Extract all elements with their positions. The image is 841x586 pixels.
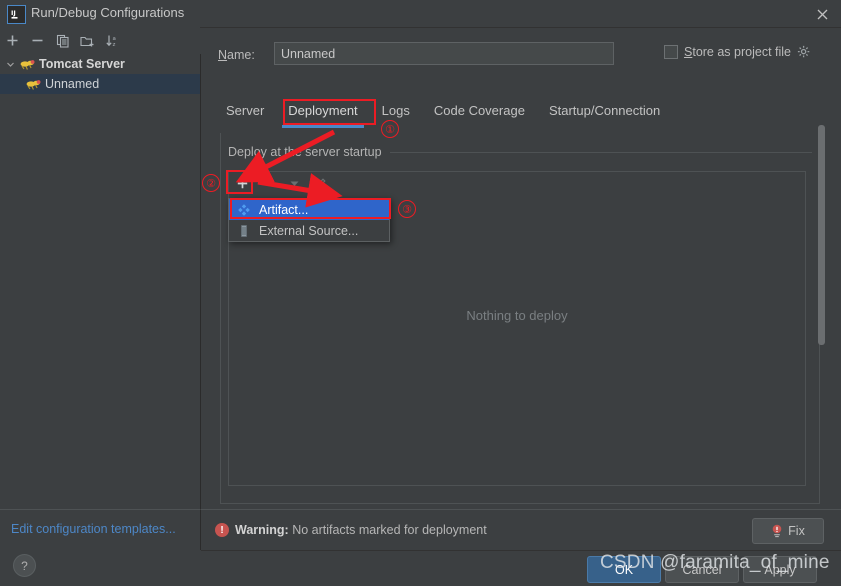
tree-group-tomcat-server[interactable]: Tomcat Server	[0, 54, 200, 74]
edit-configuration-templates-link[interactable]: Edit configuration templates...	[11, 522, 176, 536]
fix-button[interactable]: Fix	[752, 518, 824, 544]
title-bar: IJ Run/Debug Configurations	[0, 0, 841, 28]
warning-message: No artifacts marked for deployment	[292, 523, 487, 537]
add-deployment-popup-menu: Artifact... External Source...	[228, 198, 390, 242]
move-down-button[interactable]	[281, 173, 307, 194]
tab-code-coverage[interactable]: Code Coverage	[422, 100, 537, 128]
gear-icon[interactable]	[797, 45, 811, 59]
error-icon	[771, 524, 783, 538]
store-as-project-file-group: Store as project file	[664, 45, 811, 59]
ok-button[interactable]: OK	[587, 556, 661, 583]
sort-az-icon[interactable]: a z	[100, 29, 125, 53]
tomcat-icon	[20, 57, 36, 71]
warning-text: Warning: No artifacts marked for deploym…	[235, 523, 487, 537]
folder-add-icon[interactable]	[75, 29, 100, 53]
copy-icon[interactable]	[50, 29, 75, 53]
cancel-button[interactable]: Cancel	[665, 556, 739, 583]
left-bottom-bar: Edit configuration templates...	[0, 509, 201, 550]
warning-bar: ! Warning: No artifacts marked for deplo…	[201, 509, 841, 551]
run-debug-configurations-dialog: IJ Run/Debug Configurations a z Tomcat S…	[0, 0, 841, 586]
tab-server[interactable]: Server	[214, 100, 276, 128]
tree-item-label: Unnamed	[45, 77, 100, 91]
name-label: Name:	[218, 48, 255, 62]
add-deployment-button[interactable]	[229, 173, 255, 194]
svg-text:IJ: IJ	[11, 9, 16, 17]
store-as-project-file-checkbox[interactable]	[664, 45, 678, 59]
deployment-toolbar	[228, 171, 806, 195]
tomcat-icon	[26, 77, 42, 91]
store-as-project-file-label[interactable]: Store as project file	[684, 45, 791, 59]
name-label-mnemonic: N	[218, 48, 228, 62]
svg-text:z: z	[113, 42, 116, 48]
deploy-section-title: Deploy at the server startup	[228, 145, 382, 159]
chevron-down-icon[interactable]	[6, 60, 20, 69]
popup-item-external-source-label: External Source...	[259, 223, 359, 238]
section-divider	[389, 151, 812, 153]
name-row: Name: Store as project file	[214, 42, 834, 72]
fix-button-label: Fix	[788, 524, 805, 538]
name-input[interactable]	[274, 42, 614, 65]
plus-icon[interactable]	[0, 29, 25, 53]
close-icon[interactable]	[813, 5, 831, 23]
artifact-icon	[237, 203, 253, 217]
store-label-rest: tore as project file	[692, 45, 792, 59]
edit-deployment-button[interactable]	[307, 173, 333, 194]
tab-startup-connection[interactable]: Startup/Connection	[537, 100, 672, 128]
external-source-icon	[237, 224, 253, 238]
tree-group-label: Tomcat Server	[39, 57, 125, 71]
move-up-button[interactable]	[255, 173, 281, 194]
configurations-tree: Tomcat Server Unnamed	[0, 54, 201, 509]
empty-state-text: Nothing to deploy	[466, 308, 568, 323]
name-label-rest: ame:	[227, 48, 255, 62]
tree-item-unnamed[interactable]: Unnamed	[0, 74, 200, 94]
intellij-idea-logo-icon: IJ	[7, 5, 26, 24]
minus-icon[interactable]	[25, 29, 50, 53]
apply-button[interactable]: Apply	[743, 556, 817, 583]
annotation-step-2: ②	[202, 174, 220, 192]
deploy-section-header: Deploy at the server startup	[228, 145, 812, 159]
configuration-tabs: Server Deployment Logs Code Coverage Sta…	[214, 100, 834, 130]
vertical-scrollbar[interactable]	[818, 125, 825, 345]
tab-deployment[interactable]: Deployment	[276, 100, 369, 128]
help-button[interactable]: ?	[13, 554, 36, 577]
popup-item-external-source[interactable]: External Source...	[229, 220, 389, 241]
configurations-toolbar: a z	[0, 27, 200, 55]
error-icon: !	[215, 523, 229, 537]
tab-logs[interactable]: Logs	[370, 100, 422, 128]
dialog-button-bar: OK Cancel Apply	[201, 549, 841, 586]
warning-prefix: Warning:	[235, 523, 289, 537]
popup-item-artifact-label: Artifact...	[259, 202, 309, 217]
popup-item-artifact[interactable]: Artifact...	[229, 199, 389, 220]
window-title: Run/Debug Configurations	[31, 5, 185, 20]
